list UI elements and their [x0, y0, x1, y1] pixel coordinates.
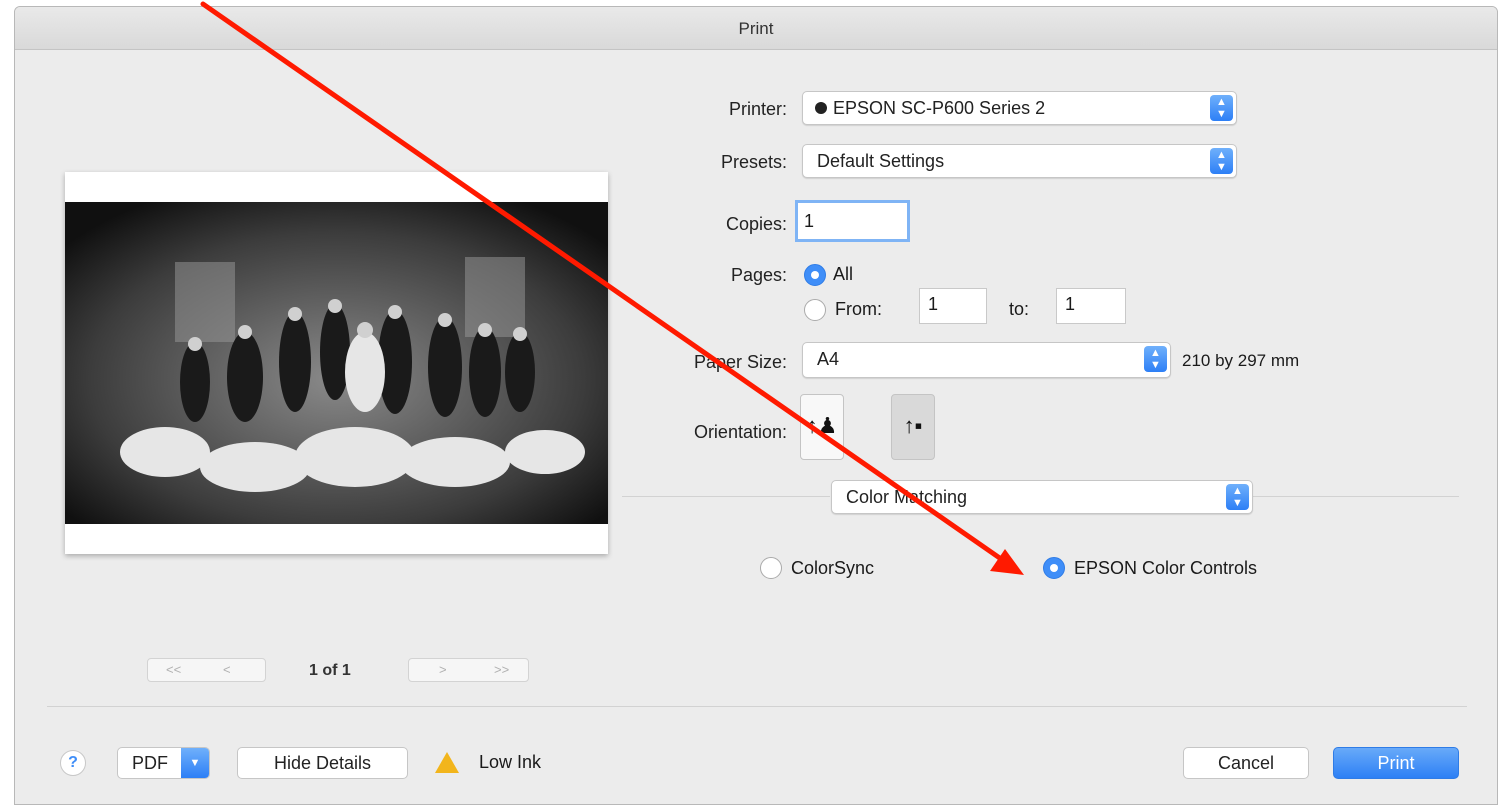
annotation-arrow — [200, 1, 1024, 575]
